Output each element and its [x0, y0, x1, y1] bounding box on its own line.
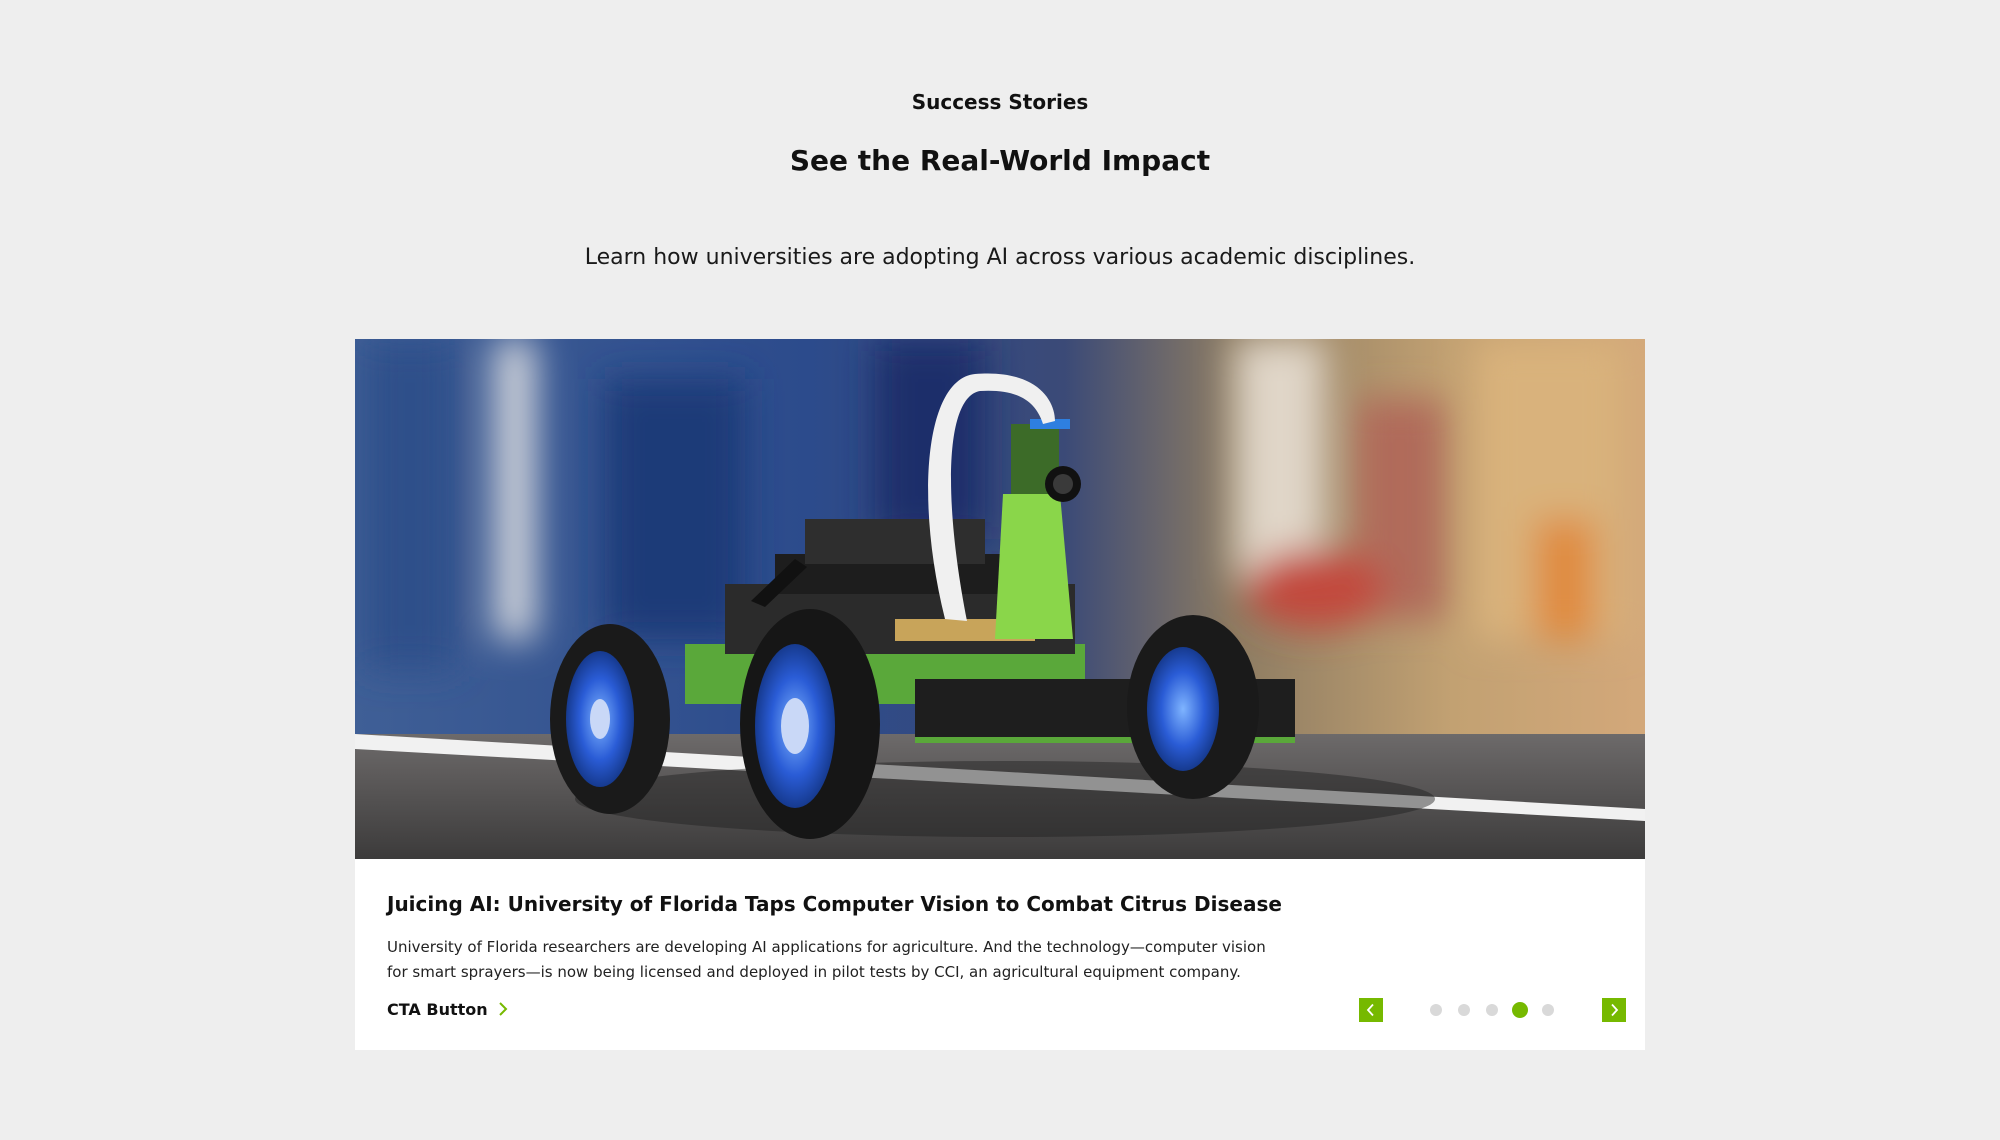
story-image	[355, 339, 1645, 859]
carousel-dot-1[interactable]	[1430, 1004, 1442, 1016]
carousel-prev-button[interactable]	[1359, 998, 1383, 1022]
section-eyebrow: Success Stories	[911, 90, 1089, 114]
carousel-dot-5[interactable]	[1542, 1004, 1554, 1016]
section-subtitle: Learn how universities are adopting AI a…	[584, 245, 1416, 270]
carousel-pagination	[1430, 998, 1570, 1022]
carousel-dot-3[interactable]	[1486, 1004, 1498, 1016]
cta-button[interactable]: CTA Button	[387, 997, 508, 1021]
cta-button-label: CTA Button	[387, 999, 488, 1019]
chevron-left-icon	[1366, 1003, 1376, 1017]
carousel-dot-2[interactable]	[1458, 1004, 1470, 1016]
carousel-next-button[interactable]	[1602, 998, 1626, 1022]
carousel-dot-4[interactable]	[1512, 1002, 1528, 1018]
story-title[interactable]: Juicing AI: University of Florida Taps C…	[387, 892, 1282, 916]
chevron-right-icon	[1609, 1003, 1619, 1017]
story-card: Juicing AI: University of Florida Taps C…	[355, 339, 1645, 1050]
section-title: See the Real-World Impact	[789, 144, 1211, 177]
chevron-right-icon	[498, 1001, 508, 1017]
story-description: University of Florida researchers are de…	[387, 938, 1266, 981]
